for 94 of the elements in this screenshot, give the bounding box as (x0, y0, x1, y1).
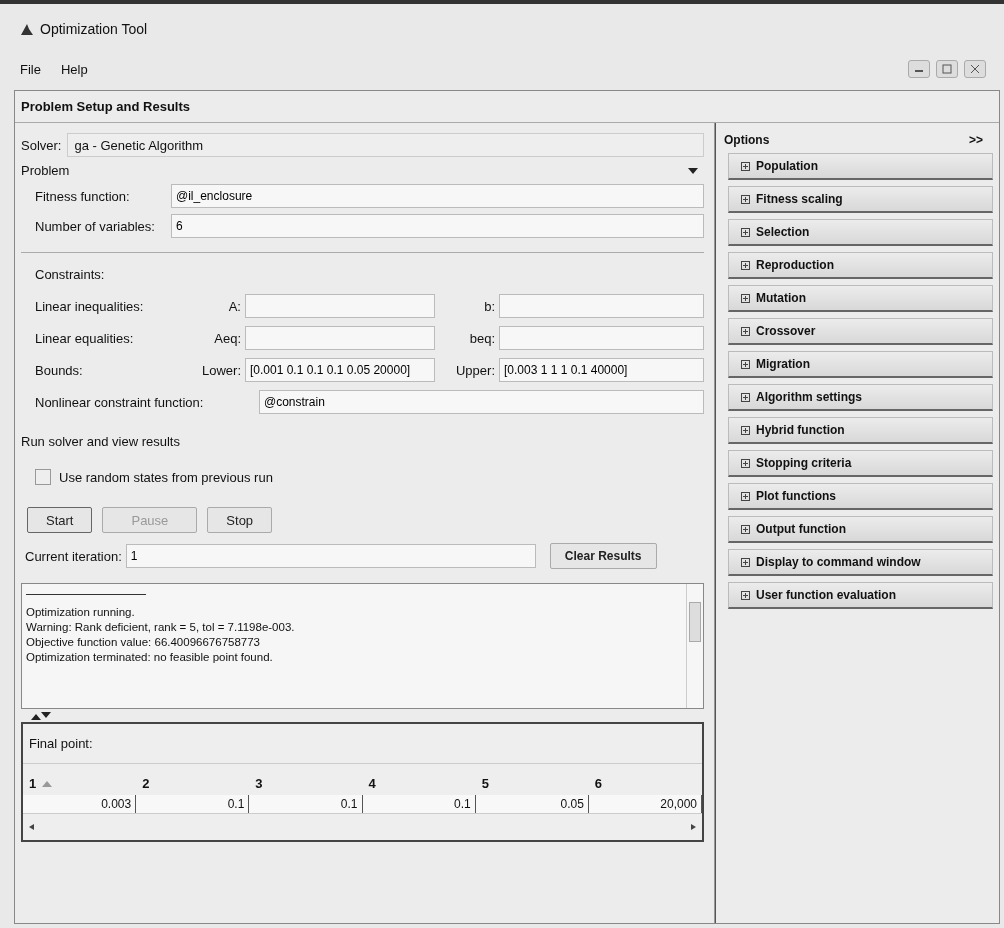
field-label: Nonlinear constraint function: (35, 394, 205, 410)
options-section-header[interactable]: Output function (728, 516, 993, 543)
scrollbar[interactable] (686, 584, 703, 708)
expand-icon[interactable] (741, 194, 750, 204)
maximize-icon (942, 64, 952, 74)
column-header[interactable]: 6 (588, 764, 703, 795)
options-section-header[interactable]: Display to command window (728, 549, 993, 576)
expand-icon[interactable] (741, 458, 750, 468)
table-cell: 0.003 (23, 795, 137, 813)
table-cell: 20,000 (588, 795, 703, 813)
table-cell: 0.05 (475, 795, 589, 813)
expand-icon[interactable] (741, 491, 750, 501)
splitter-arrows-icon[interactable] (31, 712, 51, 720)
menu-item[interactable]: File (20, 61, 41, 77)
options-section-header[interactable]: User function evaluation (728, 582, 993, 609)
checkbox[interactable] (35, 469, 51, 485)
section-title: Problem (21, 163, 70, 178)
expand-icon[interactable] (741, 293, 750, 303)
column-header[interactable]: 3 (249, 764, 363, 795)
field-label: b: (483, 298, 495, 314)
close-icon (970, 64, 980, 74)
column-header[interactable]: 5 (475, 764, 589, 795)
options-title: Options (724, 133, 770, 147)
input-field[interactable] (245, 326, 435, 350)
options-section-header[interactable]: Stopping criteria (728, 450, 993, 477)
expand-icon[interactable] (741, 260, 750, 270)
field-label: A: (227, 298, 241, 314)
table-cell: 0.1 (136, 795, 250, 813)
minimize-button[interactable] (908, 60, 930, 78)
input-field[interactable]: @il_enclosure (171, 184, 704, 208)
section-title: Constraints: (35, 267, 106, 282)
field-label: Lower: (200, 362, 241, 378)
expand-icon[interactable] (741, 557, 750, 567)
options-section-header[interactable]: Selection (728, 219, 993, 246)
field-label: Upper: (454, 362, 495, 378)
column-header[interactable]: 4 (362, 764, 476, 795)
field-label: Linear inequalities: (35, 298, 145, 314)
panel-title: Problem Setup and Results (15, 91, 999, 123)
options-section-header[interactable]: Algorithm settings (728, 384, 993, 411)
column-header[interactable]: 2 (136, 764, 250, 795)
expand-icon[interactable] (741, 359, 750, 369)
options-section-header[interactable]: Fitness scaling (728, 186, 993, 213)
field-label: Aeq: (213, 330, 241, 346)
input-field[interactable]: @constrain (259, 390, 704, 414)
expand-toggle[interactable]: >> (969, 133, 983, 147)
output-line: Objective function value: 66.40096676758773 (26, 635, 261, 650)
options-section-header[interactable]: Plot functions (728, 483, 993, 510)
solver-dropdown[interactable]: ga - Genetic Algorithm (67, 133, 704, 157)
options-section-header[interactable]: Migration (728, 351, 993, 378)
input-field[interactable]: 1 (125, 544, 536, 568)
checkbox-label: Use random states from previous run (59, 469, 273, 485)
scroll-right-icon[interactable] (691, 824, 696, 830)
expand-icon[interactable] (741, 425, 750, 435)
scroll-left-icon[interactable] (29, 824, 34, 830)
options-section-header[interactable]: Reproduction (728, 252, 993, 279)
clear-results-button[interactable]: Clear Results (549, 543, 657, 569)
window-title: Optimization Tool (40, 21, 148, 37)
output-line: Warning: Rank deficient, rank = 5, tol = 7.1198e-003. (26, 620, 296, 635)
toolbar-button[interactable]: Stop (207, 507, 273, 533)
field-label: Fitness function: (35, 188, 131, 204)
expand-icon[interactable] (741, 227, 750, 237)
expand-icon[interactable] (741, 590, 750, 600)
expand-icon[interactable] (741, 161, 750, 171)
expand-icon[interactable] (741, 326, 750, 336)
input-field[interactable]: 6 (171, 214, 704, 238)
input-field[interactable]: [0.001 0.1 0.1 0.1 0.05 20000] (245, 358, 435, 382)
close-button[interactable] (964, 60, 986, 78)
table-cell: 0.1 (362, 795, 476, 813)
field-label: Linear equalities: (35, 330, 135, 346)
table-cell: 0.1 (249, 795, 363, 813)
section-title: Run solver and view results (21, 434, 181, 449)
input-field[interactable] (245, 294, 435, 318)
panel-title: Final point: (23, 724, 702, 764)
options-section-header[interactable]: Hybrid function (728, 417, 993, 444)
menu-item[interactable]: Help (60, 61, 88, 77)
field-label: Number of variables: (35, 218, 156, 234)
options-section-header[interactable]: Population (728, 153, 993, 180)
input-field[interactable] (499, 326, 704, 350)
dropdown-arrow-icon[interactable] (688, 167, 698, 174)
field-label: beq: (468, 330, 495, 346)
options-section-header[interactable]: Mutation (728, 285, 993, 312)
peak-icon (20, 22, 34, 36)
input-field[interactable] (499, 294, 704, 318)
field-label: Bounds: (35, 362, 84, 378)
input-field[interactable]: [0.003 1 1 1 0.1 40000] (499, 358, 704, 382)
output-line: Optimization running. (26, 605, 136, 620)
options-section-header[interactable]: Crossover (728, 318, 993, 345)
column-header[interactable]: 1 (23, 764, 137, 795)
toolbar-button[interactable]: Start (27, 507, 93, 533)
expand-icon[interactable] (741, 392, 750, 402)
output-line: Optimization terminated: no feasible point found. (26, 650, 274, 665)
expand-icon[interactable] (741, 524, 750, 534)
field-label: Current iteration: (25, 548, 122, 564)
solver-label: Solver: (21, 137, 62, 153)
